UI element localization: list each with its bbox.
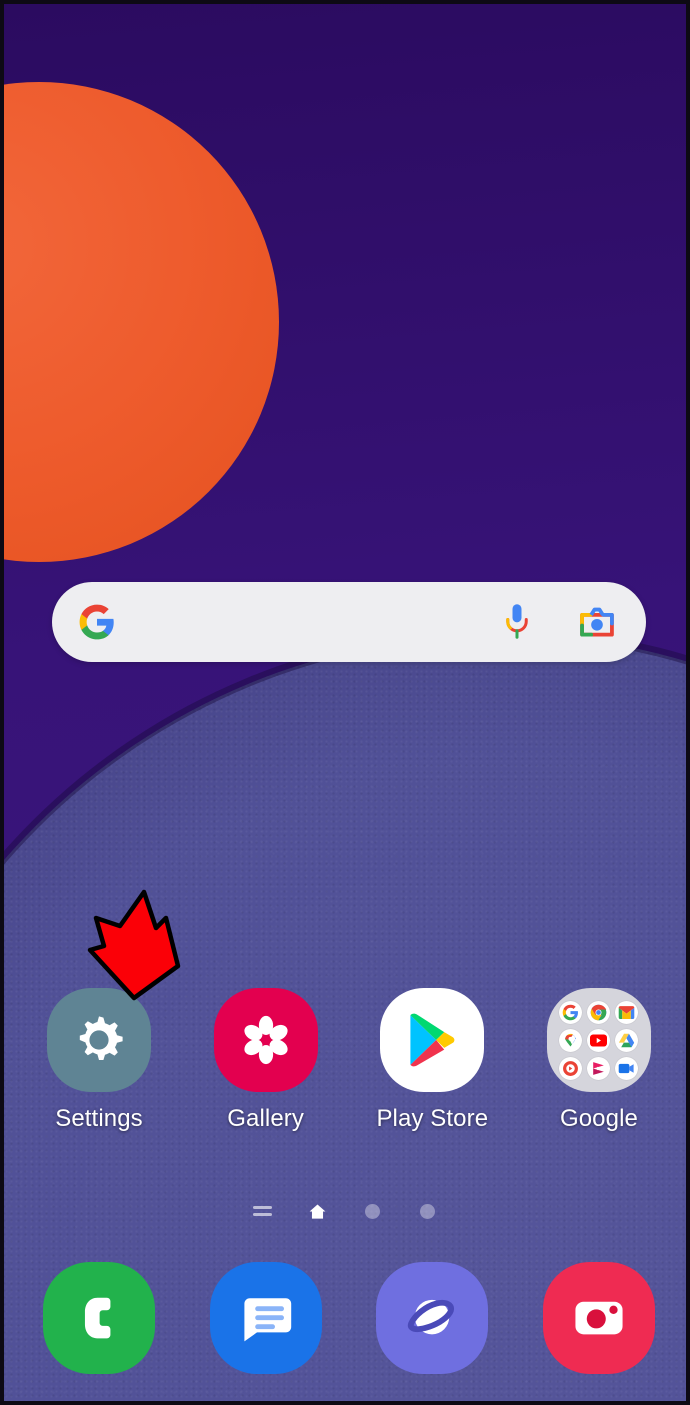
app-settings[interactable]: Settings — [30, 988, 168, 1133]
page-dot[interactable] — [362, 1200, 384, 1222]
app-label: Gallery — [227, 1105, 305, 1132]
messages-bubble-icon[interactable] — [209, 1262, 322, 1374]
dock-app-phone[interactable] — [30, 1262, 168, 1374]
microphone-icon[interactable] — [502, 603, 532, 641]
google-folder-icon[interactable] — [546, 988, 651, 1092]
apps-list-icon[interactable] — [252, 1200, 274, 1222]
google-search-icon — [559, 1000, 583, 1024]
internet-planet-icon[interactable] — [376, 1262, 489, 1374]
dock-app-camera[interactable] — [530, 1262, 668, 1374]
app-label: Google — [559, 1105, 638, 1132]
google-search-bar[interactable] — [52, 582, 646, 662]
app-google-folder[interactable]: Google — [530, 988, 668, 1133]
phone-handset-icon[interactable] — [43, 1262, 155, 1374]
wallpaper-sun-circle — [4, 82, 279, 562]
page-dot[interactable] — [417, 1200, 439, 1222]
camera-icon[interactable] — [542, 1262, 655, 1374]
app-grid: Settings Gallery Play Store Google — [30, 988, 668, 1133]
google-lens-camera-icon[interactable] — [578, 604, 616, 640]
settings-gear-icon[interactable] — [47, 988, 151, 1092]
dock — [30, 1262, 668, 1374]
app-label: Play Store — [376, 1105, 489, 1132]
search-input[interactable] — [116, 607, 502, 637]
home-icon[interactable] — [307, 1200, 329, 1222]
play-store-icon[interactable] — [380, 988, 485, 1092]
app-gallery[interactable]: Gallery — [197, 988, 335, 1133]
gmail-icon — [615, 1000, 639, 1024]
dock-app-internet[interactable] — [363, 1262, 501, 1374]
chrome-icon — [587, 1000, 611, 1024]
folder-preview-grid — [559, 1000, 639, 1080]
gallery-flower-icon[interactable] — [213, 988, 318, 1092]
phone-home-screen: Settings Gallery Play Store Google — [0, 0, 690, 1405]
apps-list-lines — [253, 1202, 272, 1220]
google-g-icon — [78, 603, 116, 641]
settings-icon-wrapper[interactable] — [47, 988, 151, 1092]
app-label: Settings — [55, 1105, 143, 1132]
dock-app-messages[interactable] — [197, 1262, 335, 1374]
play-store-icon-wrapper[interactable] — [380, 988, 485, 1092]
app-play-store[interactable]: Play Store — [363, 988, 501, 1133]
gallery-icon-wrapper[interactable] — [213, 988, 318, 1092]
page-indicator — [4, 1200, 686, 1222]
google-play-movies-icon — [587, 1056, 611, 1080]
google-drive-icon — [615, 1028, 639, 1052]
wallpaper — [4, 4, 686, 1401]
google-meet-icon — [615, 1056, 639, 1080]
google-podcasts-icon — [559, 1056, 583, 1080]
youtube-icon — [587, 1028, 611, 1052]
google-maps-icon — [559, 1028, 583, 1052]
google-folder-icon-wrapper[interactable] — [546, 988, 651, 1092]
